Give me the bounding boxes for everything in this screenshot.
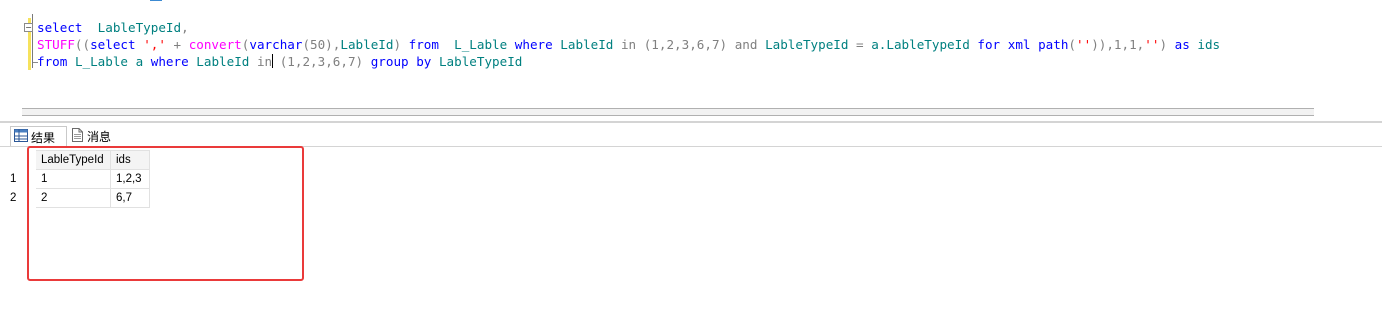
sql-keyword: select [90, 37, 136, 52]
sql-identifier: LableTypeId [97, 20, 182, 35]
sql-keyword: path [1038, 37, 1069, 52]
sql-identifier: L_Lable [74, 54, 129, 69]
sql-keyword: xml [1007, 37, 1031, 52]
tab-results-label: 结果 [31, 130, 56, 145]
sql-keyword: where [514, 37, 553, 52]
sql-operator: in [620, 37, 637, 52]
sql-identifier: LableTypeId [765, 37, 849, 52]
sql-operator: in [256, 54, 273, 69]
sql-list: (1,2,3,6,7) [272, 54, 371, 69]
sql-operator: and [734, 37, 758, 52]
sql-keyword: from [37, 54, 68, 69]
code-line-1[interactable]: select LableTypeId, [37, 19, 189, 36]
sql-identifier: a.LableTypeId [871, 37, 970, 52]
code-line-2[interactable]: STUFF((select ',' + convert ( varchar(50),… [37, 36, 1220, 53]
sql-keyword: for [977, 37, 1001, 52]
sql-keyword: where [150, 54, 189, 69]
sql-keyword: select [37, 20, 83, 35]
grid-icon [14, 129, 28, 145]
sql-punctuation: (50), [302, 37, 341, 52]
tab-results[interactable]: 结果 [10, 126, 67, 147]
sql-identifier: LableId [340, 37, 394, 52]
sql-punctuation: ( [1068, 37, 1077, 52]
results-tabstrip: 结果 消息 [0, 123, 1382, 147]
sql-string: '' [1076, 37, 1092, 52]
sql-keyword: group by [370, 54, 432, 69]
sql-function: STUFF [37, 37, 75, 52]
document-icon [71, 127, 84, 145]
sql-identifier: LableId [560, 37, 614, 52]
sql-punctuation: )),1,1, [1091, 37, 1145, 52]
sql-identifier: L_Lable [446, 37, 515, 52]
horizontal-scrollbar[interactable] [22, 108, 1314, 116]
previous-line-fragment [150, 0, 162, 1]
sql-keyword: from [401, 37, 447, 52]
sql-identifier: LableTypeId [438, 54, 523, 69]
sql-operator: + [165, 37, 189, 52]
sql-string: ',' [143, 37, 166, 52]
sql-keyword: as [1167, 37, 1198, 52]
annotation-highlight-box [27, 146, 304, 281]
sql-string: '' [1144, 37, 1160, 52]
collapse-icon[interactable]: − [24, 23, 33, 32]
tab-messages[interactable]: 消息 [68, 126, 124, 146]
tab-messages-label: 消息 [87, 129, 112, 144]
sql-list: (1,2,3,6,7) [636, 37, 735, 52]
sql-function: convert [188, 37, 242, 52]
sql-identifier: ids [1197, 37, 1221, 52]
sql-punctuation: , [181, 20, 189, 35]
code-line-3[interactable]: from L_Lable a where LableId in (1,2,3,6… [37, 53, 522, 70]
sql-alias: a [128, 54, 151, 69]
sql-identifier: LableId [196, 54, 250, 69]
sql-type: varchar [249, 37, 303, 52]
sql-editor[interactable]: − select LableTypeId, STUFF((select ',' … [0, 0, 1382, 122]
sql-punctuation: ) [1159, 37, 1168, 52]
sql-operator: = [848, 37, 872, 52]
sql-punctuation: ) [393, 37, 402, 52]
sql-punctuation: (( [74, 37, 91, 52]
